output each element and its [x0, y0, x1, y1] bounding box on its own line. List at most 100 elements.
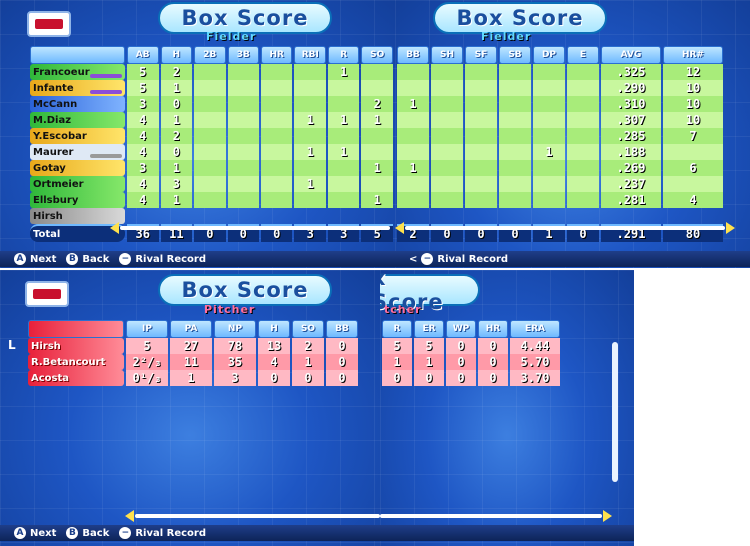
stat-cell	[465, 192, 497, 208]
column-header[interactable]: IP	[126, 320, 168, 338]
stat-cell	[499, 64, 531, 80]
column-header[interactable]: WP	[446, 320, 476, 338]
column-header[interactable]: 3B	[227, 46, 259, 64]
stat-cell	[261, 112, 293, 128]
column-header[interactable]: H	[258, 320, 290, 338]
column-header[interactable]: SB	[499, 46, 531, 64]
stat-cell: 3	[160, 176, 193, 192]
right-arrow-icon[interactable]	[726, 222, 735, 234]
stat-cell	[567, 80, 599, 96]
table-row[interactable]: Francoeur 5 2 1	[30, 64, 393, 80]
column-header[interactable]: E	[567, 46, 599, 64]
column-header[interactable]: BB	[326, 320, 358, 338]
column-header[interactable]: R	[382, 320, 412, 338]
stat-cell: 0	[446, 338, 476, 354]
back-button[interactable]: B Back	[66, 527, 109, 539]
next-button[interactable]: A Next	[14, 527, 56, 539]
table-row[interactable]: 1 .269 6	[397, 160, 723, 176]
left-arrow-icon[interactable]	[395, 222, 404, 234]
stat-cell	[227, 144, 259, 160]
column-header[interactable]: AB	[126, 46, 159, 64]
vertical-scrollbar[interactable]	[612, 342, 618, 482]
column-header[interactable]: R	[328, 46, 360, 64]
pitcher-horizontal-scrollbar-right[interactable]	[380, 510, 612, 522]
next-button[interactable]: A Next	[14, 253, 56, 265]
stat-cell: 4	[126, 112, 159, 128]
table-row[interactable]: 1 .188	[397, 144, 723, 160]
table-row[interactable]: Gotay 3 1 1	[30, 160, 393, 176]
column-header[interactable]: 2B	[194, 46, 226, 64]
stat-cell	[567, 176, 599, 192]
table-row[interactable]: Ortmeier 4 3 1	[30, 176, 393, 192]
column-header[interactable]: BB	[397, 46, 429, 64]
table-row[interactable]: M.Diaz 4 1 1 1 1	[30, 112, 393, 128]
column-header[interactable]: RBI	[294, 46, 327, 64]
stat-cell: 1	[397, 160, 429, 176]
table-row[interactable]: McCann 3 0 2	[30, 96, 393, 112]
stat-cell	[328, 128, 360, 144]
column-header[interactable]: ERA	[510, 320, 560, 338]
column-header[interactable]: ER	[414, 320, 444, 338]
stat-cell	[227, 160, 259, 176]
column-header[interactable]: SF	[465, 46, 497, 64]
left-arrow-icon[interactable]	[125, 510, 134, 522]
page-title-right: Box Score	[456, 6, 584, 30]
stat-cell: 1	[382, 354, 412, 370]
table-row[interactable]: Acosta 0¹/₃ 1 3 0 0 0	[28, 370, 358, 386]
column-header[interactable]: H	[160, 46, 193, 64]
table-row[interactable]: 5 5 0 0 4.44	[382, 338, 560, 354]
column-header[interactable]: NP	[214, 320, 256, 338]
pitcher-horizontal-scrollbar[interactable]	[125, 510, 380, 522]
table-row[interactable]: .237	[397, 176, 723, 192]
table-row[interactable]: .325 12	[397, 64, 723, 80]
left-arrow-icon[interactable]	[110, 222, 119, 234]
stat-cell: .188	[601, 144, 661, 160]
stat-cell: 0	[446, 354, 476, 370]
right-arrow-icon[interactable]	[603, 510, 612, 522]
horizontal-scrollbar[interactable]	[110, 222, 390, 234]
table-row[interactable]: 1 .310 10	[397, 96, 723, 112]
back-button[interactable]: B Back	[66, 253, 109, 265]
table-row[interactable]: Ellsbury 4 1 1	[30, 192, 393, 208]
column-header[interactable]: SO	[292, 320, 324, 338]
stat-cell	[261, 144, 293, 160]
table-row[interactable]: .307 10	[397, 112, 723, 128]
horizontal-scrollbar-right[interactable]	[395, 222, 735, 234]
table-row[interactable]: .285 7	[397, 128, 723, 144]
header-blank	[28, 320, 124, 338]
rival-record-button[interactable]: − Rival Record	[119, 253, 206, 265]
table-row[interactable]: Infante 5 1	[30, 80, 393, 96]
stat-cell: 4	[258, 354, 290, 370]
table-row[interactable]: 1 1 0 0 5.70	[382, 354, 560, 370]
column-header[interactable]: PA	[170, 320, 212, 338]
table-row[interactable]: 0 0 0 0 3.70	[382, 370, 560, 386]
column-header[interactable]: HR	[478, 320, 508, 338]
stat-cell: 3	[126, 96, 159, 112]
rival-record-button[interactable]: − Rival Record	[119, 527, 206, 539]
table-row[interactable]: Maurer 4 0 1 1	[30, 144, 393, 160]
player-name: McCann	[30, 96, 125, 112]
column-header[interactable]: SO	[361, 46, 393, 64]
table-row[interactable]: .290 10	[397, 80, 723, 96]
stat-cell: 5	[126, 80, 159, 96]
column-header[interactable]: SH	[431, 46, 463, 64]
table-row[interactable]: R.Betancourt 2²/₃ 11 35 4 1 0	[28, 354, 358, 370]
pitcher-panel-right: x Score tcher RERWPHRERA55004.4411005.70…	[380, 270, 634, 546]
column-header[interactable]: HR	[261, 46, 293, 64]
rival-record-button-right[interactable]: < − Rival Record	[409, 253, 508, 265]
table-row[interactable]: .281 4	[397, 192, 723, 208]
table-row[interactable]: Hirsh 5 27 78 13 2 0	[28, 338, 358, 354]
column-header[interactable]: AVG	[601, 46, 661, 64]
fielder-table-left: AB H 2B 3B HR RBI R SO Francoeur 5 2 1 Infante 5 1 McCa…	[28, 46, 395, 242]
stat-cell	[499, 80, 531, 96]
table-row[interactable]: Y.Escobar 4 2	[30, 128, 393, 144]
pitcher-name: Acosta	[28, 370, 124, 386]
blank-cell	[431, 208, 463, 224]
stat-cell: 1	[294, 176, 327, 192]
stat-cell: 1	[294, 112, 327, 128]
column-header[interactable]: HR#	[663, 46, 723, 64]
column-header[interactable]: DP	[533, 46, 565, 64]
stat-cell	[397, 80, 429, 96]
stat-cell: .281	[601, 192, 661, 208]
stat-cell	[194, 128, 226, 144]
